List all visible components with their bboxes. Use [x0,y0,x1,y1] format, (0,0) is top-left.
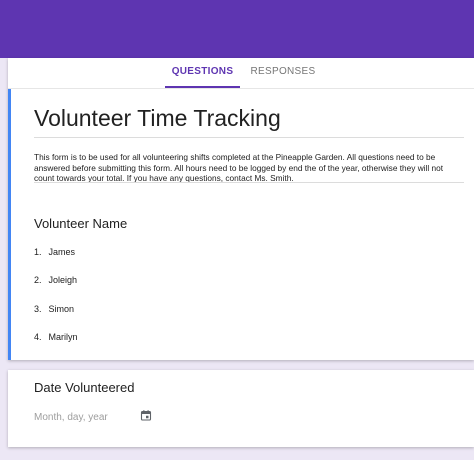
header-band [0,0,474,58]
question-card-date[interactable]: Date Volunteered [8,370,474,447]
option-label: James [48,247,76,257]
option-item[interactable]: 1. James [34,247,75,257]
option-number: 1. [34,247,42,257]
option-item[interactable]: 2. Joleigh [34,275,77,285]
description-divider [34,182,464,183]
form-title[interactable]: Volunteer Time Tracking [34,105,281,132]
option-label: Simon [48,304,75,314]
tab-responses[interactable]: RESPONSES [248,58,318,86]
title-divider [34,137,464,138]
form-description[interactable]: This form is to be used for all voluntee… [34,152,464,184]
tab-questions[interactable]: QUESTIONS [165,58,240,88]
option-number: 4. [34,332,42,342]
calendar-icon[interactable] [140,409,152,422]
question-title-volunteer-name[interactable]: Volunteer Name [34,216,127,231]
option-label: Joleigh [48,275,78,285]
question-title-date-volunteered[interactable]: Date Volunteered [34,380,134,395]
option-item[interactable]: 3. Simon [34,304,74,314]
option-number: 2. [34,275,42,285]
date-input[interactable] [34,409,134,425]
option-number: 3. [34,304,42,314]
option-item[interactable]: 4. Marilyn [34,332,78,342]
tab-bar: QUESTIONS RESPONSES [8,58,474,89]
form-card: QUESTIONS RESPONSES Volunteer Time Track… [8,58,474,360]
option-label: Marilyn [48,332,78,342]
